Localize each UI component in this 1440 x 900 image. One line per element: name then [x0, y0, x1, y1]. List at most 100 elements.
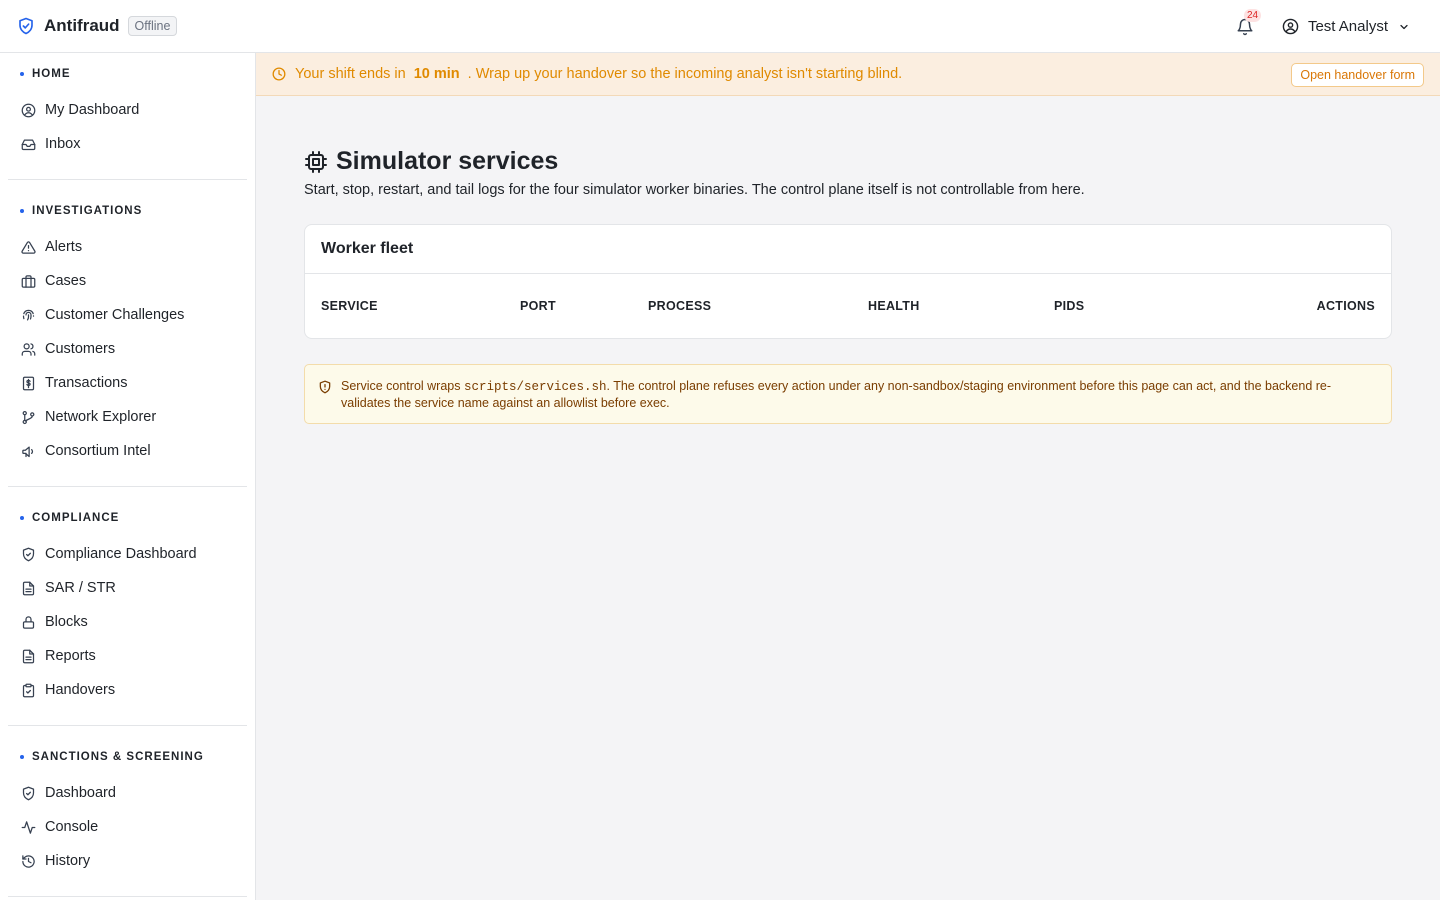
sidebar-item-label: My Dashboard: [45, 102, 140, 118]
status-badge: Offline: [127, 16, 178, 36]
sidebar-section-home: HOME My Dashboard Inbox: [0, 53, 255, 180]
clipboard-check-icon: [20, 682, 36, 698]
column-header-process: PROCESS: [648, 299, 712, 313]
shield-check-icon: [17, 17, 35, 35]
document-icon: [20, 648, 36, 664]
cpu-chip-icon: [304, 150, 328, 174]
sidebar: HOME My Dashboard Inbox INVESTIGATIONS A…: [0, 53, 256, 900]
briefcase-icon: [20, 273, 36, 289]
notice-text-before: Service control wraps: [341, 379, 464, 393]
brand[interactable]: Antifraud Offline: [17, 16, 178, 36]
shift-end-banner: Your shift ends in 10 min . Wrap up your…: [256, 53, 1440, 96]
main-content: Your shift ends in 10 min . Wrap up your…: [256, 53, 1440, 900]
sidebar-section-sanctions: SANCTIONS & SCREENING Dashboard Console …: [0, 736, 255, 897]
sidebar-item-label: Network Explorer: [45, 409, 157, 425]
sidebar-item-label: Customers: [45, 341, 116, 357]
sidebar-item-label: Compliance Dashboard: [45, 546, 197, 562]
divider: [8, 486, 247, 487]
sidebar-item-handovers[interactable]: Handovers: [8, 673, 247, 707]
clock-icon: [272, 67, 286, 81]
sidebar-section-investigations: INVESTIGATIONS Alerts Cases Customer Cha…: [0, 190, 255, 487]
user-circle-icon: [20, 102, 36, 118]
sidebar-item-my-dashboard[interactable]: My Dashboard: [8, 93, 247, 127]
sidebar-item-consortium-intel[interactable]: Consortium Intel: [8, 434, 247, 468]
git-branch-icon: [20, 409, 36, 425]
section-dot: [20, 209, 24, 213]
sidebar-item-sar-str[interactable]: SAR / STR: [8, 571, 247, 605]
sidebar-item-label: Consortium Intel: [45, 443, 151, 459]
column-header-actions: ACTIONS: [1316, 299, 1375, 313]
sidebar-item-customer-challenges[interactable]: Customer Challenges: [8, 298, 247, 332]
sidebar-item-customers[interactable]: Customers: [8, 332, 247, 366]
sidebar-item-label: Handovers: [45, 682, 116, 698]
divider: [8, 896, 247, 897]
users-icon: [20, 341, 36, 357]
sidebar-item-blocks[interactable]: Blocks: [8, 605, 247, 639]
sidebar-item-compliance-dashboard[interactable]: Compliance Dashboard: [8, 537, 247, 571]
notifications-button[interactable]: 24: [1234, 8, 1262, 38]
sidebar-item-alerts[interactable]: Alerts: [8, 230, 247, 264]
sidebar-item-console[interactable]: Console: [8, 810, 247, 844]
shield-alert-icon: [318, 380, 332, 394]
history-icon: [20, 853, 36, 869]
sidebar-item-label: Cases: [45, 273, 87, 289]
service-control-notice: Service control wraps scripts/services.s…: [304, 364, 1392, 424]
sidebar-item-sanctions-dashboard[interactable]: Dashboard: [8, 776, 247, 810]
sidebar-item-label: Transactions: [45, 375, 128, 391]
banner-prefix: Your shift ends in: [295, 66, 406, 82]
chevron-down-icon: [1400, 24, 1408, 29]
notice-code: scripts/services.sh: [463, 380, 607, 394]
sidebar-item-label: Customer Challenges: [45, 307, 185, 323]
user-name: Test Analyst: [1307, 18, 1388, 35]
open-handover-form-button[interactable]: Open handover form: [1291, 63, 1424, 87]
section-title: INVESTIGATIONS: [32, 205, 143, 217]
page-subtitle: Start, stop, restart, and tail logs for …: [304, 182, 1085, 198]
shield-check-icon: [20, 785, 36, 801]
section-dot: [20, 516, 24, 520]
section-title: HOME: [32, 68, 71, 80]
document-icon: [20, 580, 36, 596]
sidebar-item-label: Blocks: [45, 614, 88, 630]
sidebar-item-label: Console: [45, 819, 99, 835]
card-title: Worker fleet: [305, 225, 1391, 274]
sidebar-item-label: Reports: [45, 648, 96, 664]
divider: [8, 179, 247, 180]
alert-triangle-icon: [20, 239, 36, 255]
sidebar-item-cases[interactable]: Cases: [8, 264, 247, 298]
sidebar-item-inbox[interactable]: Inbox: [8, 127, 247, 161]
sidebar-item-history[interactable]: History: [8, 844, 247, 878]
sidebar-item-label: SAR / STR: [45, 580, 116, 596]
megaphone-icon: [20, 443, 36, 459]
sidebar-item-network-explorer[interactable]: Network Explorer: [8, 400, 247, 434]
user-menu[interactable]: Test Analyst: [1282, 18, 1410, 35]
sidebar-item-label: Dashboard: [45, 785, 116, 801]
sidebar-item-label: Inbox: [45, 136, 81, 152]
column-header-port: PORT: [520, 299, 556, 313]
section-title: SANCTIONS & SCREENING: [32, 751, 204, 763]
inbox-icon: [20, 136, 36, 152]
divider: [8, 725, 247, 726]
sidebar-item-label: History: [45, 853, 91, 869]
table-header: SERVICE PORT PROCESS HEALTH PIDS ACTIONS: [305, 274, 1391, 338]
page-title: Simulator services: [336, 147, 559, 175]
activity-icon: [20, 819, 36, 835]
app-name: Antifraud: [44, 16, 120, 35]
lock-icon: [20, 614, 36, 630]
worker-fleet-card: Worker fleet SERVICE PORT PROCESS HEALTH…: [304, 224, 1392, 339]
sidebar-item-reports[interactable]: Reports: [8, 639, 247, 673]
shield-check-icon: [20, 546, 36, 562]
sidebar-item-label: Alerts: [45, 239, 83, 255]
fingerprint-icon: [20, 307, 36, 323]
dollar-receipt-icon: [20, 375, 36, 391]
section-dot: [20, 755, 24, 759]
column-header-service: SERVICE: [321, 299, 378, 313]
section-dot: [20, 72, 24, 76]
sidebar-item-transactions[interactable]: Transactions: [8, 366, 247, 400]
banner-suffix: . Wrap up your handover so the incoming …: [467, 66, 903, 82]
column-header-health: HEALTH: [868, 299, 920, 313]
banner-time: 10 min: [413, 66, 460, 82]
section-title: COMPLIANCE: [32, 512, 120, 524]
top-bar: Antifraud Offline 24 Test Analyst: [0, 0, 1440, 53]
notification-count-badge: 24: [1243, 8, 1262, 22]
user-circle-icon: [1282, 18, 1299, 35]
